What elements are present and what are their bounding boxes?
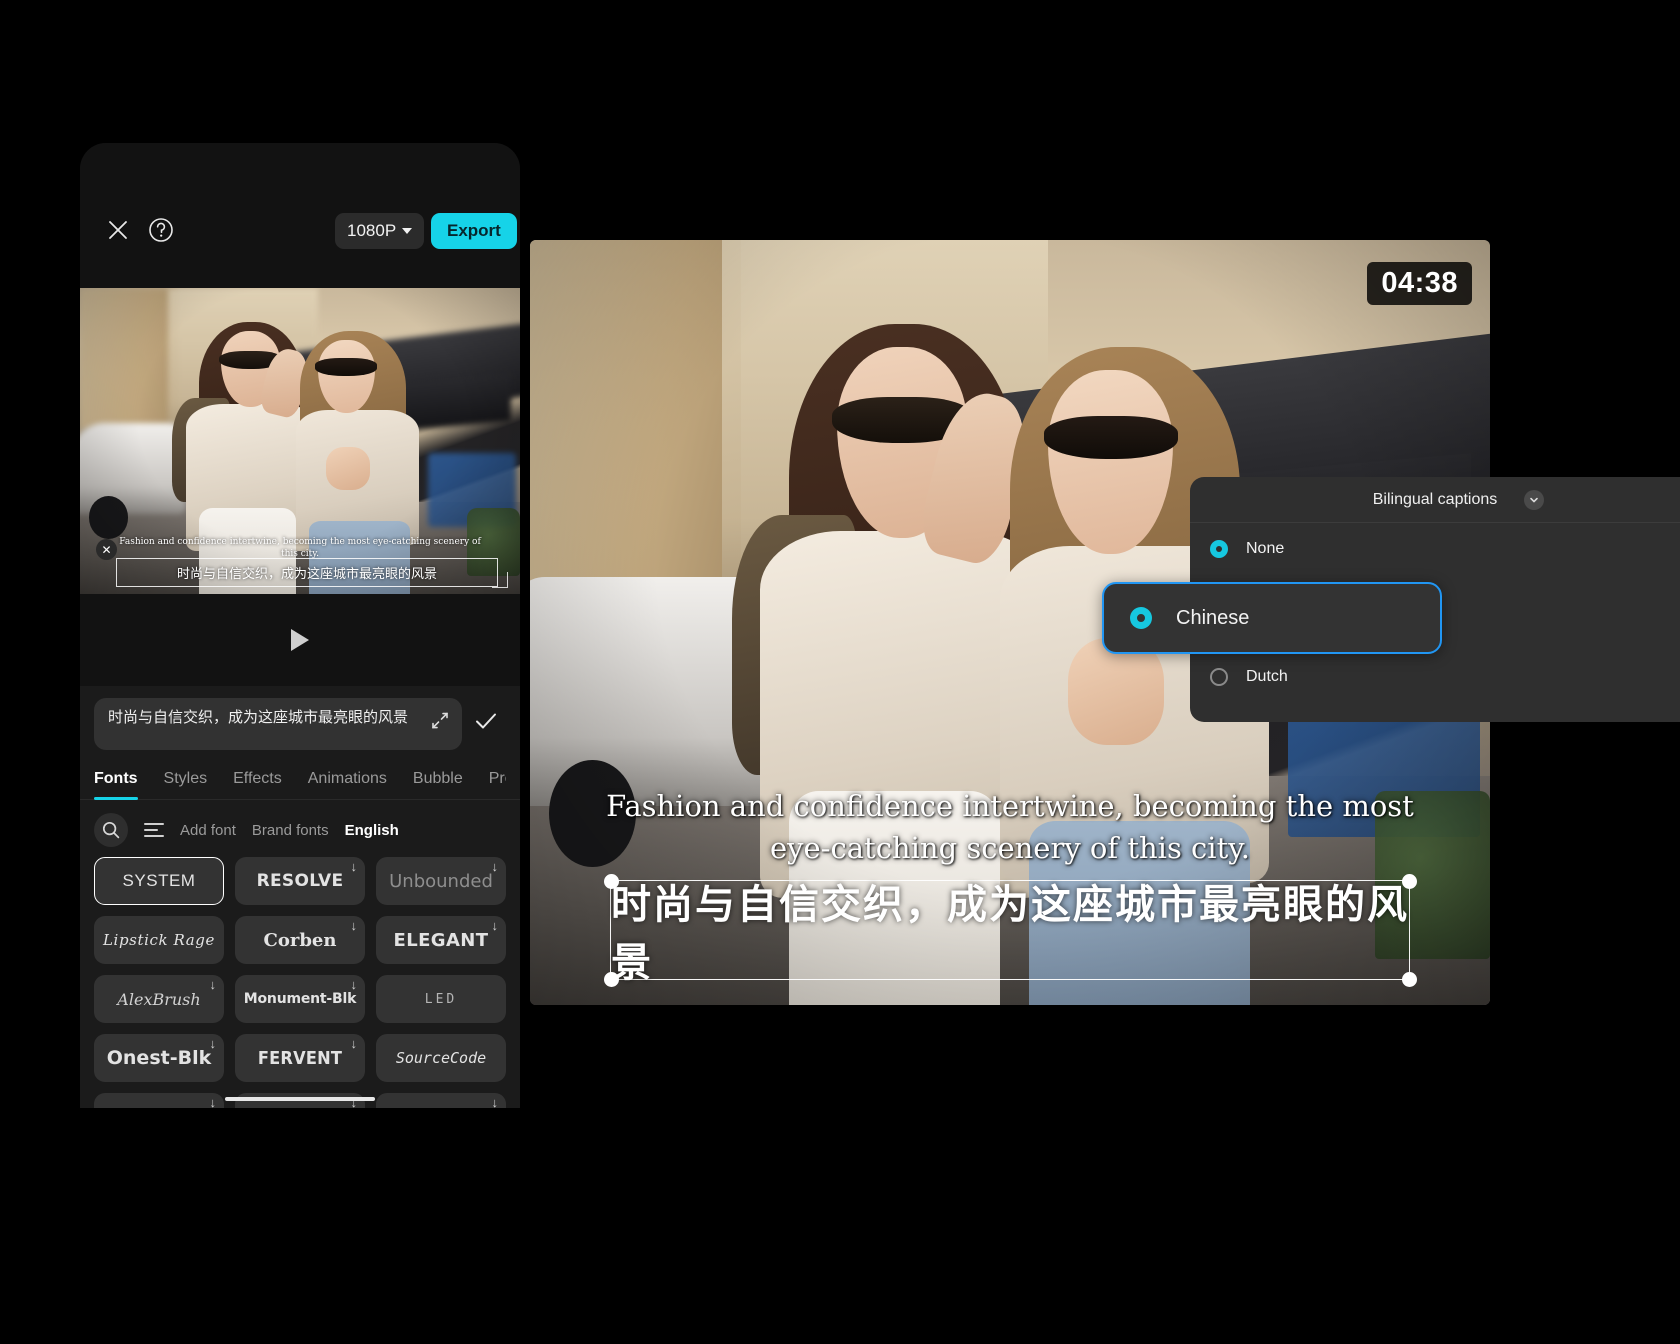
resize-handle-top-left[interactable] (603, 873, 619, 889)
download-icon[interactable]: ↓ (351, 978, 358, 991)
chevron-down-icon (402, 228, 413, 234)
font-cell[interactable]: AlexBrush ↓ (94, 975, 224, 1023)
tab-fonts[interactable]: Fonts (94, 770, 138, 800)
phone-playbar (80, 594, 520, 686)
font-name-label: Lipstick Rage (102, 931, 215, 949)
search-icon[interactable] (94, 813, 128, 847)
phone-mockup: 1080P Export Fashion and confidence inte… (80, 143, 520, 1108)
download-icon[interactable]: ↓ (210, 978, 217, 991)
export-button[interactable]: Export (431, 213, 517, 249)
resize-handle-bottom-right[interactable] (1401, 971, 1417, 987)
bilingual-panel-title: Bilingual captions (1372, 490, 1498, 508)
tab-presets[interactable]: Presets (489, 770, 506, 799)
download-icon[interactable]: ↓ (492, 860, 499, 873)
preview-chinese-caption: 时尚与自信交织，成为这座城市最亮眼的风景 (611, 883, 1409, 985)
phone-english-caption: Fashion and confidence intertwine, becom… (119, 536, 481, 559)
font-cell[interactable]: SourceCode (376, 1034, 506, 1082)
bilingual-option-label: Dutch (1246, 668, 1288, 685)
font-name-label: अ # ルル (411, 1107, 470, 1108)
help-circle-icon[interactable] (144, 213, 178, 247)
font-cell[interactable]: Onest-Blk ↓ (94, 1034, 224, 1082)
fonts-toolbar: Add font Brand fonts English (80, 800, 520, 857)
font-name-label: Monument-Blk (243, 991, 357, 1007)
download-icon[interactable]: ↓ (210, 1037, 217, 1050)
tab-bubble[interactable]: Bubble (413, 770, 463, 799)
timecode-badge: 04:38 (1367, 262, 1472, 305)
font-name-label: Noto Sans (117, 1107, 201, 1109)
chevron-down-circle-icon[interactable] (1524, 489, 1544, 510)
screenshot-root: 1080P Export Fashion and confidence inte… (0, 0, 1680, 1344)
caption-text-value: 时尚与自信交织，成为这座城市最亮眼的风景 (108, 709, 409, 726)
radio-icon[interactable] (1210, 540, 1228, 558)
bilingual-option-chinese[interactable]: Chinese (1102, 582, 1442, 654)
font-name-label: LED (424, 991, 458, 1007)
language-filter[interactable]: English (345, 822, 399, 839)
resize-handle-icon[interactable] (492, 572, 508, 588)
font-name-label: FERVENT (257, 1047, 343, 1069)
play-icon[interactable] (291, 629, 309, 651)
font-name-label: Corben (263, 929, 337, 951)
download-icon[interactable]: ↓ (492, 919, 499, 932)
brand-fonts-button[interactable]: Brand fonts (252, 822, 329, 839)
font-grid: SYSTEM RESOLVE ↓ Unbounded ↓ Lipstick Rage Cor… (80, 857, 520, 1108)
download-icon[interactable]: ↓ (210, 1096, 217, 1108)
font-name-label: SYSTEM (122, 871, 196, 890)
font-name-label: ELEGANT (393, 929, 489, 951)
check-icon[interactable] (472, 707, 506, 742)
font-cell[interactable]: RESOLVE ↓ (235, 857, 365, 905)
font-cell[interactable]: LED (376, 975, 506, 1023)
preview-english-caption: Fashion and confidence intertwine, becom… (606, 789, 1414, 866)
phone-chinese-caption[interactable]: 时尚与自信交织，成为这座城市最亮眼的风景 (116, 558, 498, 587)
bilingual-captions-panel: Bilingual captions None Chinese Dutch (1102, 477, 1680, 722)
font-cell[interactable]: Unbounded ↓ (376, 857, 506, 905)
close-icon[interactable] (101, 213, 135, 247)
download-icon[interactable]: ↓ (351, 919, 358, 932)
caption-text-input[interactable]: 时尚与自信交织，成为这座城市最亮眼的风景 (94, 698, 462, 750)
radio-icon[interactable] (1210, 668, 1228, 686)
bilingual-option-label: None (1246, 540, 1285, 557)
resize-handle-bottom-left[interactable] (603, 971, 619, 987)
editor-tabs: Fonts Styles Effects Animations Bubble P… (80, 756, 520, 800)
phone-edit-panel: 时尚与自信交织，成为这座城市最亮眼的风景 Fonts Styles Effect… (80, 686, 520, 1108)
font-name-label: RESOLVE (256, 871, 344, 891)
bilingual-option-none[interactable]: None (1190, 523, 1680, 575)
bilingual-panel-header: Bilingual captions (1190, 477, 1680, 523)
expand-arrows-icon[interactable] (430, 711, 450, 738)
tab-animations[interactable]: Animations (308, 770, 387, 799)
scroll-indicator[interactable] (225, 1097, 375, 1101)
bilingual-option-dutch[interactable]: Dutch (1190, 651, 1680, 703)
font-cell[interactable]: SYSTEM (94, 857, 224, 905)
font-cell[interactable]: Monument-Blk ↓ (235, 975, 365, 1023)
download-icon[interactable]: ↓ (351, 1037, 358, 1050)
resolution-selector[interactable]: 1080P (335, 213, 425, 249)
tab-effects[interactable]: Effects (233, 770, 282, 799)
font-name-label: Onest-Blk (106, 1047, 212, 1069)
resize-handle-top-right[interactable] (1401, 873, 1417, 889)
download-icon[interactable]: ↓ (351, 860, 358, 873)
font-cell[interactable]: FERVENT ↓ (235, 1034, 365, 1082)
font-name-label: Unbounded (389, 870, 493, 892)
font-cell[interactable]: Noto Sans ↓ (94, 1093, 224, 1108)
close-icon[interactable]: ✕ (96, 539, 117, 560)
font-name-label: AlexBrush (117, 989, 201, 1009)
phone-topbar: 1080P Export (80, 143, 520, 288)
phone-video-preview[interactable]: Fashion and confidence intertwine, becom… (80, 288, 520, 594)
font-cell[interactable]: ELEGANT ↓ (376, 916, 506, 964)
download-icon[interactable]: ↓ (492, 1096, 499, 1108)
font-cell[interactable]: Lipstick Rage (94, 916, 224, 964)
font-name-label: SourceCode (395, 1049, 487, 1067)
caption-text-row: 时尚与自信交织，成为这座城市最亮眼的风景 (80, 686, 520, 756)
tab-styles[interactable]: Styles (164, 770, 208, 799)
font-cell[interactable]: अ # ルル ↓ (376, 1093, 506, 1108)
add-font-button[interactable]: Add font (180, 822, 236, 839)
font-cell[interactable]: Corben ↓ (235, 916, 365, 964)
radio-icon[interactable] (1130, 607, 1152, 629)
resolution-label: 1080P (347, 221, 397, 240)
filter-lines-icon[interactable] (144, 823, 164, 837)
preview-chinese-caption-box[interactable]: 时尚与自信交织，成为这座城市最亮眼的风景 (603, 873, 1417, 987)
bilingual-option-label: Chinese (1176, 606, 1250, 629)
